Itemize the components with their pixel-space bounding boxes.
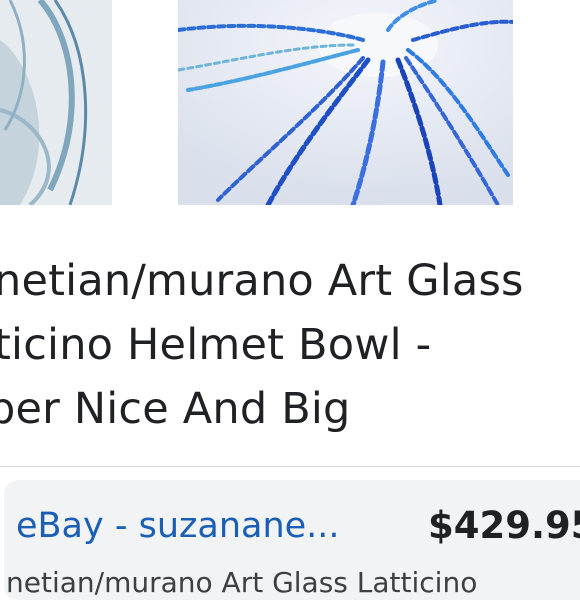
image-gallery — [0, 0, 580, 207]
product-title-line-1: netian/murano Art Glass — [0, 256, 524, 306]
product-image-main[interactable] — [178, 0, 513, 205]
section-divider — [0, 466, 580, 467]
product-title-line-3: per Nice And Big — [0, 384, 351, 434]
product-title-line-2: ticino Helmet Bowl - — [0, 320, 432, 370]
listing-price: $429.95 — [428, 504, 580, 547]
seller-listing-card[interactable]: eBay - suzanane... $429.95 netian/murano… — [4, 480, 580, 600]
latticino-glass-image — [178, 0, 513, 205]
seller-link[interactable]: eBay - suzanane... — [16, 506, 340, 546]
glass-bowl-side-image — [0, 0, 112, 205]
product-thumbnail-previous[interactable] — [0, 0, 112, 205]
listing-snippet: netian/murano Art Glass Latticino — [6, 566, 478, 599]
